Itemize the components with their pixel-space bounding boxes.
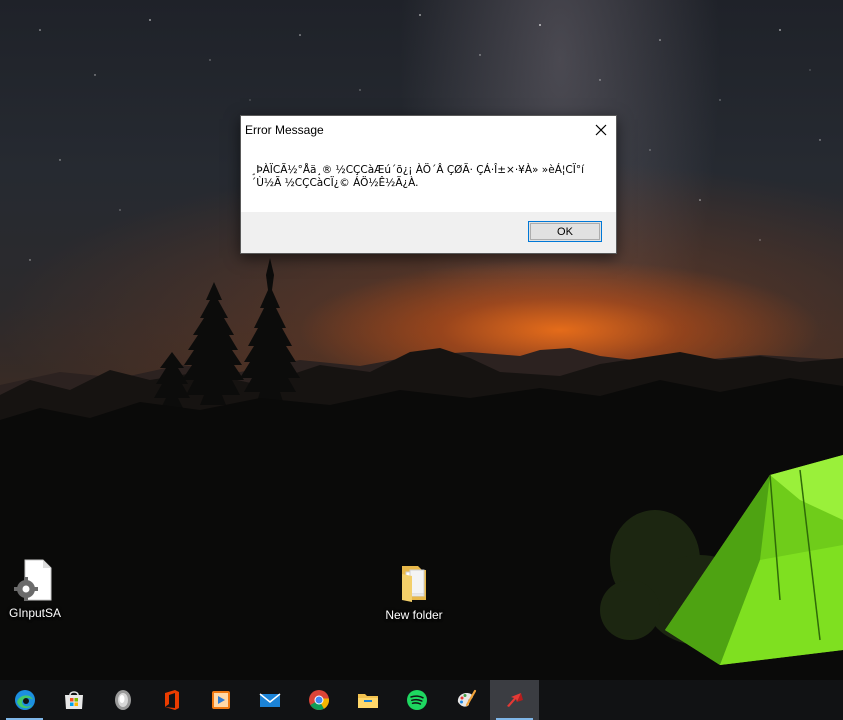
paint-icon — [457, 689, 476, 707]
dialog-title: Error Message — [245, 122, 324, 137]
desktop-icon-label: New folder — [385, 608, 443, 622]
error-dialog: Error Message ¸ÞÀÏCÃ½°Åä¸® ½CÇCàÆú´õ¿¡ À… — [240, 115, 617, 254]
dialog-titlebar[interactable]: Error Message — [241, 116, 616, 143]
taskbar-office[interactable] — [147, 680, 196, 720]
close-icon — [595, 124, 607, 135]
desktop-icon-new-folder[interactable]: New folder — [376, 560, 452, 622]
dialog-message: ¸ÞÀÏCÃ½°Åä¸® ½CÇCàÆú´õ¿¡ ÀÖ´Â ÇØÃ· ÇÁ·Î±… — [251, 164, 585, 189]
close-button[interactable] — [586, 116, 616, 143]
settings-file-icon — [13, 558, 57, 602]
taskbar-paint[interactable] — [441, 680, 490, 720]
desktop-icon-ginputsa[interactable]: GInputSA — [0, 558, 73, 620]
media-player-icon — [211, 691, 230, 709]
file-explorer-icon — [357, 694, 378, 708]
edge-icon — [14, 690, 35, 710]
taskbar — [0, 680, 843, 720]
taskbar-store[interactable] — [49, 680, 98, 720]
spotify-icon — [406, 690, 427, 710]
dialog-footer: OK — [241, 212, 616, 253]
desktop-background: GInputSA New folder — [0, 0, 843, 680]
ok-button[interactable]: OK — [528, 221, 602, 242]
taskbar-media-player[interactable] — [196, 680, 245, 720]
cortana-icon — [114, 690, 131, 710]
office-icon — [164, 690, 179, 710]
microsoft-store-icon — [64, 691, 83, 709]
taskbar-spotify[interactable] — [392, 680, 441, 720]
taskbar-chrome[interactable] — [294, 680, 343, 720]
folder-icon — [392, 560, 436, 604]
chrome-icon — [308, 690, 329, 711]
app-icon — [506, 693, 523, 707]
taskbar-mail[interactable] — [245, 680, 294, 720]
taskbar-file-explorer[interactable] — [343, 680, 392, 720]
taskbar-edge[interactable] — [0, 680, 49, 720]
mail-icon — [259, 693, 280, 707]
taskbar-active-app[interactable] — [490, 680, 539, 720]
desktop-icon-label: GInputSA — [8, 606, 62, 620]
taskbar-cortana[interactable] — [98, 680, 147, 720]
